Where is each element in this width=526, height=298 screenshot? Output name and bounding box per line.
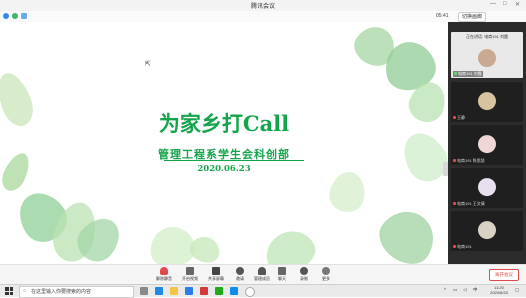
more-dots-icon xyxy=(322,267,330,275)
more-button[interactable]: 更多 xyxy=(314,267,338,282)
record-button[interactable]: 录制 xyxy=(292,267,316,282)
record-icon xyxy=(300,267,308,275)
participant-name: 电商191 xyxy=(457,244,472,249)
maximize-button[interactable]: □ xyxy=(503,1,507,7)
participant-tile[interactable]: 电商191 xyxy=(451,211,523,251)
invite-button[interactable]: 邀请 xyxy=(228,267,252,282)
security-shield-icon[interactable] xyxy=(12,13,18,19)
input-language[interactable]: 中 xyxy=(473,287,478,293)
participant-tile[interactable]: 电商191 陈思凯 xyxy=(451,125,523,165)
camera-icon xyxy=(186,267,194,275)
members-icon xyxy=(258,267,266,275)
notification-icon[interactable]: ▢ xyxy=(515,287,519,293)
avatar xyxy=(478,92,496,111)
participant-name: 电商191 刘霞 xyxy=(458,71,482,76)
participant-name: 电商191 陈思凯 xyxy=(457,158,485,163)
unmute-button[interactable]: 解除静音 xyxy=(152,267,176,282)
close-button[interactable]: ✕ xyxy=(515,1,520,8)
app-icon[interactable] xyxy=(200,287,208,295)
system-clock[interactable]: 11:20 2020/6/23 xyxy=(487,285,511,295)
app-icon[interactable] xyxy=(185,287,193,295)
wechat-icon[interactable] xyxy=(215,287,223,295)
task-view-icon[interactable] xyxy=(140,287,148,295)
taskbar-search-box[interactable]: ○ 在这里输入你要搜索的内容 xyxy=(19,286,134,298)
slide-title: 为家乡打Call xyxy=(158,111,290,136)
share-screen-button[interactable]: 共享屏幕 xyxy=(204,267,228,282)
window-title: 腾讯会议 xyxy=(250,4,275,10)
mic-muted-icon xyxy=(453,159,456,163)
shared-screen: ⇱ 为家乡打Call 管理工程系学生会科创部 2020.06.23 xyxy=(0,22,448,264)
search-icon: ○ xyxy=(23,288,27,294)
chat-bubble-icon xyxy=(278,267,286,275)
clock-date: 2020/6/23 xyxy=(490,290,508,295)
leave-meeting-button[interactable]: 离开会议 xyxy=(489,269,519,281)
file-explorer-icon[interactable] xyxy=(170,287,178,295)
mouse-cursor-icon: ⇱ xyxy=(145,61,151,68)
participant-name: 电商191 王文倩 xyxy=(457,201,485,206)
gallery-view-button[interactable]: 切换画廊 xyxy=(458,12,487,22)
mic-muted-icon xyxy=(453,202,456,206)
tencent-meeting-icon[interactable] xyxy=(230,287,238,295)
add-user-icon xyxy=(236,267,244,275)
avatar xyxy=(478,178,496,197)
slide-divider xyxy=(164,160,304,161)
chat-button[interactable]: 聊天 xyxy=(270,267,294,282)
mic-muted-icon xyxy=(453,245,456,249)
participant-video xyxy=(478,48,496,67)
slide-date: 2020.06.23 xyxy=(197,164,251,174)
speaking-banner: 正在讲话: 电商191 刘霞 xyxy=(465,34,508,39)
avatar xyxy=(478,135,496,154)
participant-tile[interactable]: 王静 xyxy=(451,82,523,122)
volume-icon[interactable]: ◁ xyxy=(463,287,466,293)
meeting-info-icon[interactable] xyxy=(3,13,9,19)
edge-browser-icon[interactable] xyxy=(155,287,163,295)
minimize-button[interactable]: — xyxy=(490,1,496,7)
tray-expand-icon[interactable]: ^ xyxy=(444,287,446,292)
mic-muted-icon xyxy=(453,116,456,120)
os-taskbar: ○ 在这里输入你要搜索的内容 ^ ▭ ◁ 中 11:20 2020/6/23 ▢ xyxy=(0,284,526,298)
participant-panel: 正在讲话: 电商191 刘霞 电商191 刘霞 王静 电商191 陈思凯 电商1… xyxy=(448,22,526,264)
network-signal-icon[interactable] xyxy=(21,13,27,19)
mic-on-icon xyxy=(454,72,457,76)
network-icon[interactable]: ▭ xyxy=(453,287,457,293)
avatar xyxy=(478,221,496,240)
participant-name: 王静 xyxy=(457,115,465,120)
microphone-icon xyxy=(160,267,168,275)
meeting-timer: 05:41 xyxy=(436,13,449,19)
participant-tile[interactable]: 电商191 王文倩 xyxy=(451,168,523,208)
screen-share-icon xyxy=(212,267,220,275)
start-video-button[interactable]: 开启视频 xyxy=(178,267,202,282)
meeting-toolbar: 解除静音 开启视频 共享屏幕 邀请 管理成员 聊天 录制 更多 离开会议 xyxy=(0,264,526,285)
participant-tile-active[interactable]: 正在讲话: 电商191 刘霞 电商191 刘霞 xyxy=(451,32,523,78)
search-placeholder: 在这里输入你要搜索的内容 xyxy=(31,289,92,295)
windows-start-icon[interactable] xyxy=(5,287,13,295)
